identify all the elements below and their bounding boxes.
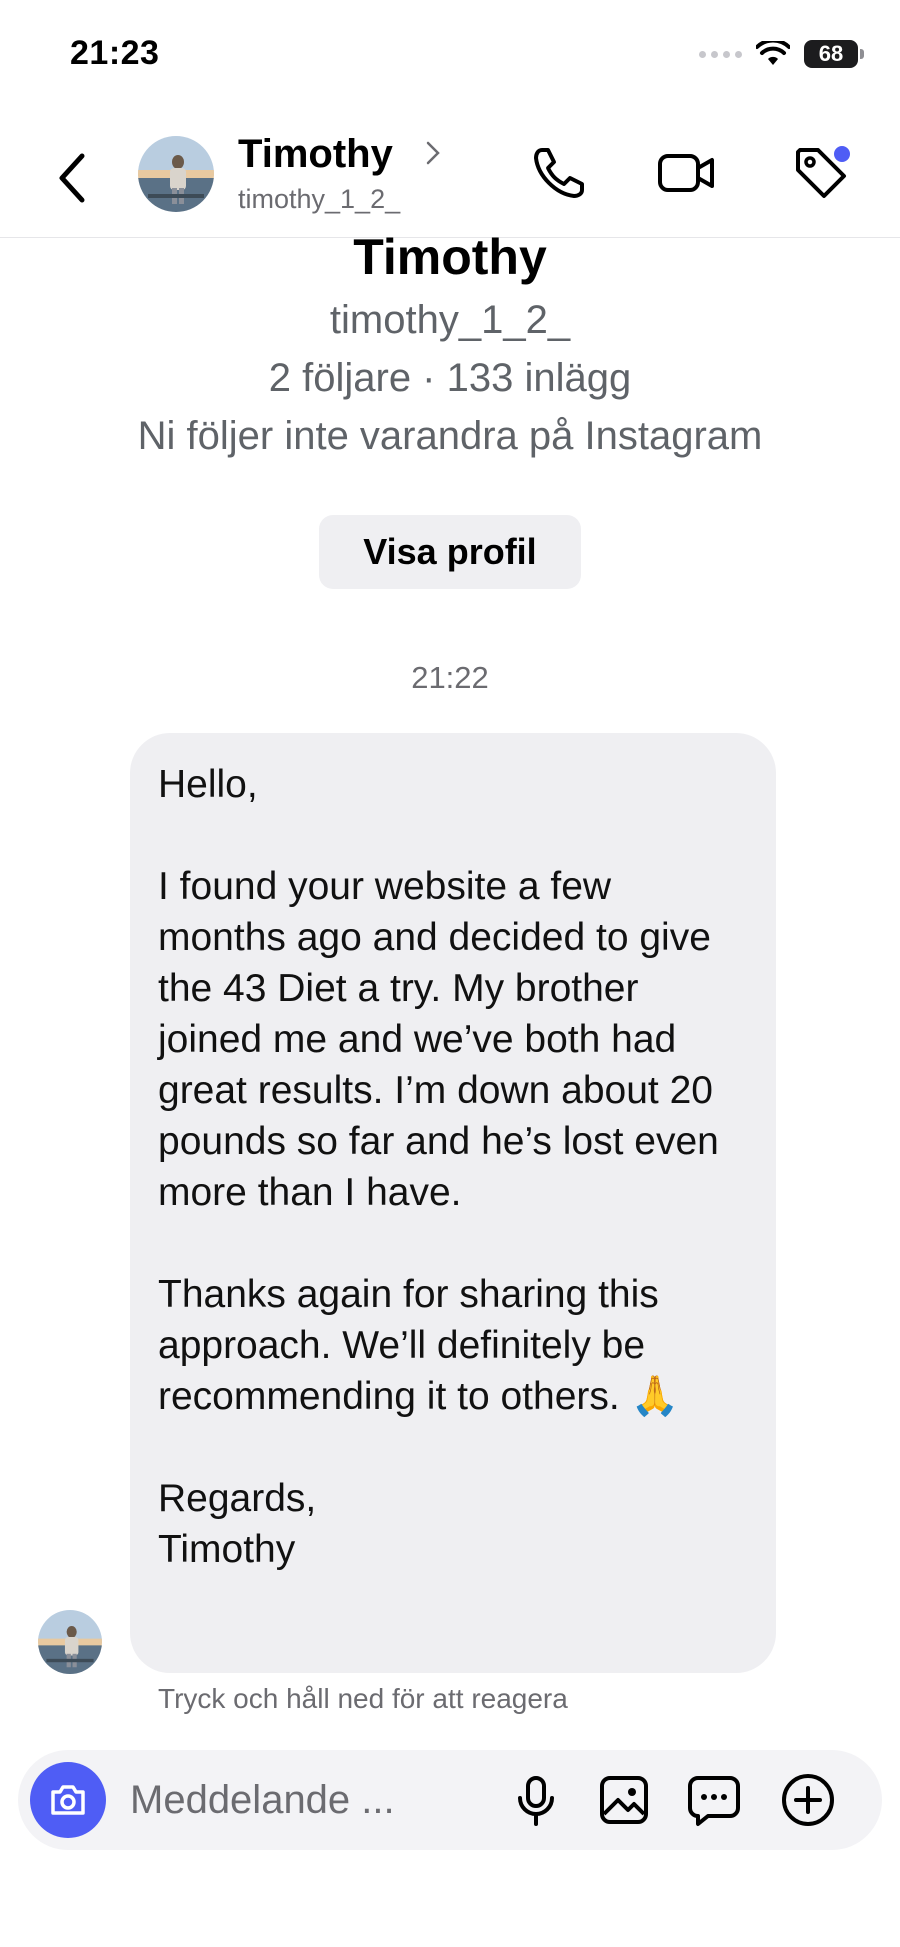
profile-name: Timothy xyxy=(353,229,547,285)
gallery-button[interactable] xyxy=(594,1770,654,1830)
status-indicators: 68 xyxy=(699,40,864,68)
phone-call-button[interactable] xyxy=(528,142,590,204)
tag-button[interactable] xyxy=(790,142,852,204)
message-paragraph: I found your website a few months ago an… xyxy=(158,865,719,1214)
battery-indicator: 68 xyxy=(804,40,864,68)
follow-status: Ni följer inte varandra på Instagram xyxy=(137,414,763,458)
message-signature: Timothy xyxy=(158,1528,296,1571)
chat-header: Timothy timothy_1_2_ xyxy=(0,110,900,238)
avatar[interactable] xyxy=(138,136,214,212)
contact-name[interactable]: Timothy xyxy=(238,132,393,177)
message-timestamp: 21:22 xyxy=(411,660,489,695)
wifi-icon xyxy=(756,41,790,65)
chevron-right-icon[interactable] xyxy=(424,140,442,166)
message-greeting: Hello, xyxy=(158,763,258,806)
camera-icon xyxy=(51,1785,85,1815)
profile-handle: timothy_1_2_ xyxy=(329,298,571,342)
contact-handle[interactable]: timothy_1_2_ xyxy=(238,184,400,215)
profile-stats: 2 följare · 133 inlägg xyxy=(268,356,632,400)
view-profile-button[interactable]: Visa profil xyxy=(319,515,581,589)
back-button[interactable] xyxy=(52,150,92,206)
status-time: 21:23 xyxy=(70,34,160,72)
video-call-button[interactable] xyxy=(656,142,718,204)
camera-button[interactable] xyxy=(30,1762,106,1838)
message-signoff: Regards, xyxy=(158,1477,317,1520)
notification-dot xyxy=(834,146,850,162)
microphone-button[interactable] xyxy=(506,1770,566,1830)
message-input[interactable] xyxy=(130,1772,430,1828)
cellular-signal-icon xyxy=(699,50,742,58)
message-bubble[interactable]: Hello, I found your website a few months… xyxy=(130,733,776,1673)
status-bar: 21:23 68 xyxy=(0,0,900,110)
message-paragraph: Thanks again for sharing this approach. … xyxy=(158,1273,680,1418)
react-hint: Tryck och håll ned för att reagera xyxy=(158,1683,568,1714)
sticker-button[interactable] xyxy=(684,1770,744,1830)
sender-avatar[interactable] xyxy=(38,1610,102,1674)
avatar-photo xyxy=(138,136,214,212)
avatar-photo xyxy=(38,1610,102,1674)
add-button[interactable] xyxy=(778,1770,838,1830)
message-composer xyxy=(18,1750,882,1850)
